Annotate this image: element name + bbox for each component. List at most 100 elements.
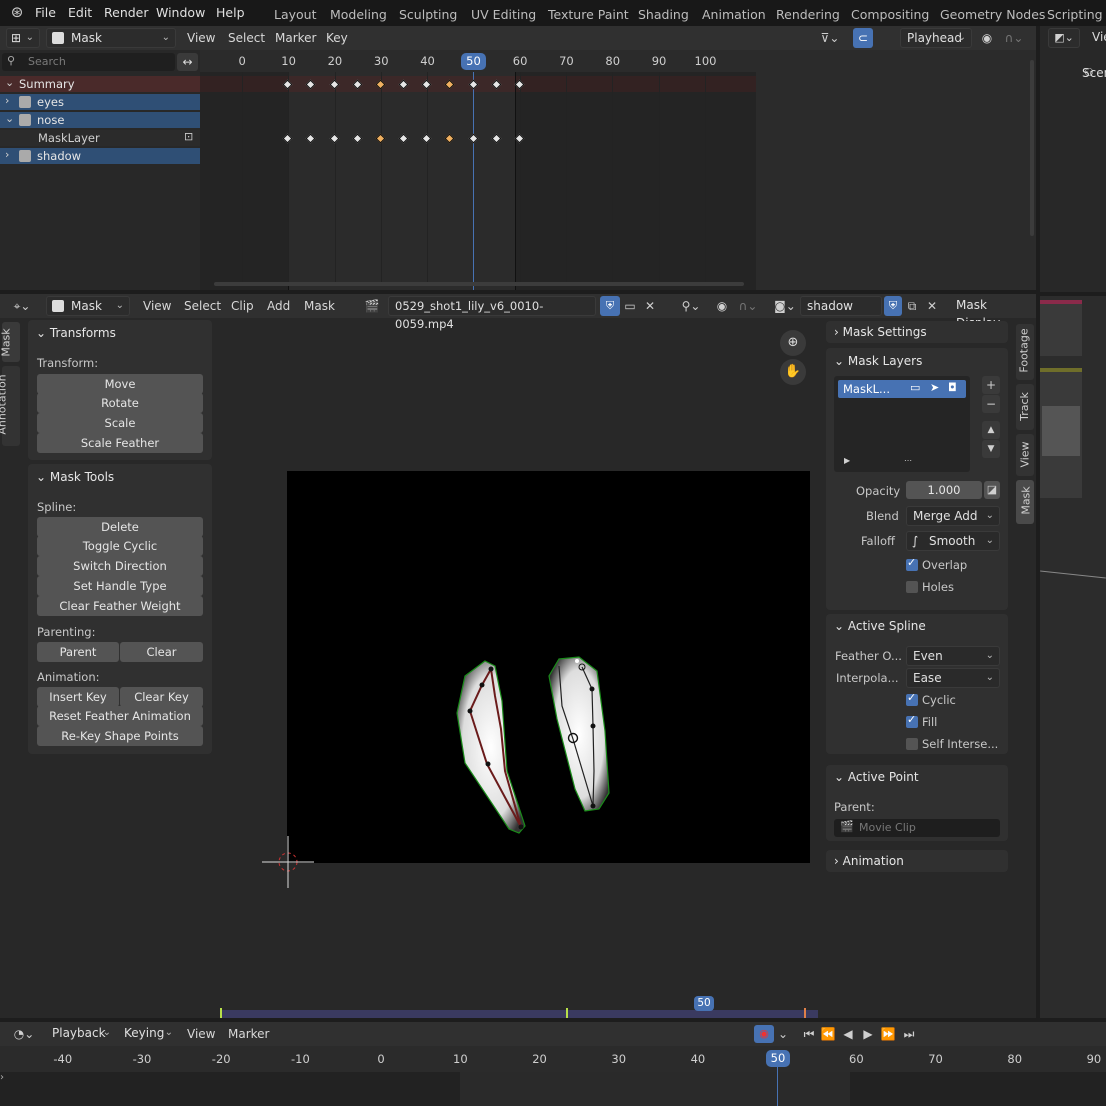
keyframe[interactable] [352,133,363,144]
workspace-tab-sculpting[interactable]: Sculpting [399,0,457,28]
keyframe[interactable] [375,133,386,144]
scale-feather-button[interactable]: Scale Feather [37,433,203,453]
record-button[interactable]: ◉ [754,1025,774,1043]
keyframe[interactable] [421,133,432,144]
vertical-scrollbar[interactable] [1030,60,1034,236]
insert-key-button[interactable]: Insert Key [37,687,119,707]
workspace-tab-animation[interactable]: Animation [702,0,766,28]
interpolation-dropdown[interactable]: Ease ⌄ [906,668,1000,688]
menu-window[interactable]: Window [156,0,205,26]
keyframe[interactable] [329,133,340,144]
clip-menu-select[interactable]: Select [184,294,221,318]
movie-clip-icon[interactable]: 🎬 [360,298,384,314]
cyclic-checkbox[interactable] [906,691,918,706]
tab-track[interactable]: Track [1016,384,1034,430]
workspace-tab-rendering[interactable]: Rendering [776,0,840,28]
fake-user-shield-icon[interactable]: ⛨ [600,296,620,316]
resize-grip-icon[interactable]: ⋯ [904,456,912,465]
move-button[interactable]: Move [37,374,203,394]
pan-hand-icon[interactable]: ✋ [780,359,806,385]
channel-search-box[interactable]: ⚲ Search [2,53,175,71]
parent-clip-field[interactable]: 🎬 Movie Clip [834,819,1000,837]
play-reverse-icon[interactable]: ◀ [839,1026,857,1042]
tab-mask[interactable]: Mask [0,322,20,362]
holes-checkbox[interactable] [906,581,918,593]
play-icon[interactable]: ▶ [844,456,850,465]
clear-key-button[interactable]: Clear Key [120,687,203,707]
clear-feather-weight-button[interactable]: Clear Feather Weight [37,596,203,616]
mask-datablock-icon[interactable]: ◙⌄ [773,298,797,314]
workspace-tab-scripting[interactable]: Scripting [1047,0,1103,28]
active-point-header[interactable]: ⌄ Active Point [834,766,919,788]
move-down-icon[interactable]: ▼ [982,440,1000,458]
dopesheet-menu-key[interactable]: Key [326,26,348,50]
active-spline-header[interactable]: ⌄ Active Spline [834,615,926,637]
clip-menu-mask[interactable]: Mask [304,294,335,318]
editor-type-icon[interactable]: ◔⌄ [8,1026,40,1042]
self-intersection-checkbox[interactable] [906,738,918,750]
blend-dropdown[interactable]: Merge Add ⌄ [906,506,1000,526]
select-cursor-icon[interactable]: ➤ [930,381,939,394]
mask-fake-user-shield-icon[interactable]: ⛨ [884,296,902,316]
timeline-menu-view[interactable]: View [187,1022,215,1046]
duplicate-icon[interactable]: ⧉ [903,298,921,314]
rotate-button[interactable]: Rotate [37,393,203,413]
collapse-icon[interactable]: ⌄ [5,76,14,89]
next-keyframe-icon[interactable]: ⏩ [879,1026,897,1042]
channel-masklayer[interactable]: MaskLayer ⊡ [0,130,200,146]
proportional-edit-icon[interactable]: ◉ [978,30,996,46]
add-layer-button[interactable]: + [982,376,1000,394]
tab-footage[interactable]: Footage [1016,324,1034,380]
falloff-curve-icon[interactable]: ∩⌄ [734,298,762,314]
clip-scrub-bar[interactable] [220,1010,818,1018]
workspace-tab-geometry-nodes[interactable]: Geometry Nodes [940,0,1045,28]
play-icon[interactable]: ▶ [859,1026,877,1042]
snap-to-dropdown[interactable]: Playhead ⌄ [900,28,972,48]
jump-end-icon[interactable]: ⏭ [900,1026,918,1042]
playback-dropdown[interactable]: Playback ⌄ [46,1024,116,1044]
mask-display-dropdown[interactable]: Mask Display [950,296,1034,330]
open-folder-icon[interactable]: ▭ [621,298,639,314]
workspace-tab-modeling[interactable]: Modeling [330,0,387,28]
close-icon[interactable]: ✕ [641,298,659,314]
dopesheet-menu-select[interactable]: Select [228,26,265,50]
move-up-icon[interactable]: ▲ [982,421,1000,439]
overlap-checkbox[interactable] [906,556,918,571]
reset-feather-animation-button[interactable]: Reset Feather Animation [37,706,203,726]
falloff-curve-icon[interactable]: ∩⌄ [1000,30,1028,46]
monitor-icon[interactable]: ▭ [910,381,920,394]
opacity-field[interactable]: 1.000 [906,481,982,499]
clip-mode-dropdown[interactable]: Mask ⌄ [46,296,130,316]
timeline-playhead[interactable]: 50 [766,1050,790,1067]
transforms-panel-header[interactable]: ⌄ Transforms [36,322,116,344]
feather-offset-dropdown[interactable]: Even ⌄ [906,646,1000,666]
dopesheet-mode-dropdown[interactable]: Mask ⌄ [46,28,176,48]
channel-shadow[interactable]: › shadow [0,148,200,164]
blender-logo-icon[interactable]: ⊛ [8,4,26,20]
keyframe[interactable] [398,133,409,144]
mask-tools-panel-header[interactable]: ⌄ Mask Tools [36,466,114,488]
menu-help[interactable]: Help [216,0,245,26]
switch-direction-button[interactable]: Switch Direction [37,556,203,576]
tab-annotation[interactable]: Annotation [0,366,20,446]
workspace-tab-layout[interactable]: Layout [274,0,317,28]
jump-start-icon[interactable]: ⏮ [800,1026,818,1042]
proportional-edit-icon[interactable]: ◉ [713,298,731,314]
dopesheet-menu-view[interactable]: View [187,26,215,50]
channel-eyes[interactable]: › eyes [0,94,200,110]
keyframe[interactable] [305,133,316,144]
keyframe[interactable] [491,133,502,144]
editor-type-dropdown[interactable]: ◩⌄ [1048,28,1080,48]
clip-menu-view[interactable]: View [143,294,171,318]
unlink-icon[interactable]: ✕ [923,298,941,314]
animation-panel[interactable]: › Animation [826,850,1008,872]
keying-dropdown[interactable]: Keying ⌄ [118,1024,178,1044]
snapping-toggle[interactable]: ⊂ [853,28,873,48]
clear-parent-button[interactable]: Clear [120,642,203,662]
collapse-icon[interactable]: ⌄ [5,112,14,125]
tab-mask-sidebar[interactable]: Mask [1016,480,1034,524]
clip-menu-add[interactable]: Add [267,294,290,318]
mask-settings-panel[interactable]: › Mask Settings [826,321,1008,343]
delete-button[interactable]: Delete [37,517,203,537]
workspace-tab-texture-paint[interactable]: Texture Paint [548,0,629,28]
